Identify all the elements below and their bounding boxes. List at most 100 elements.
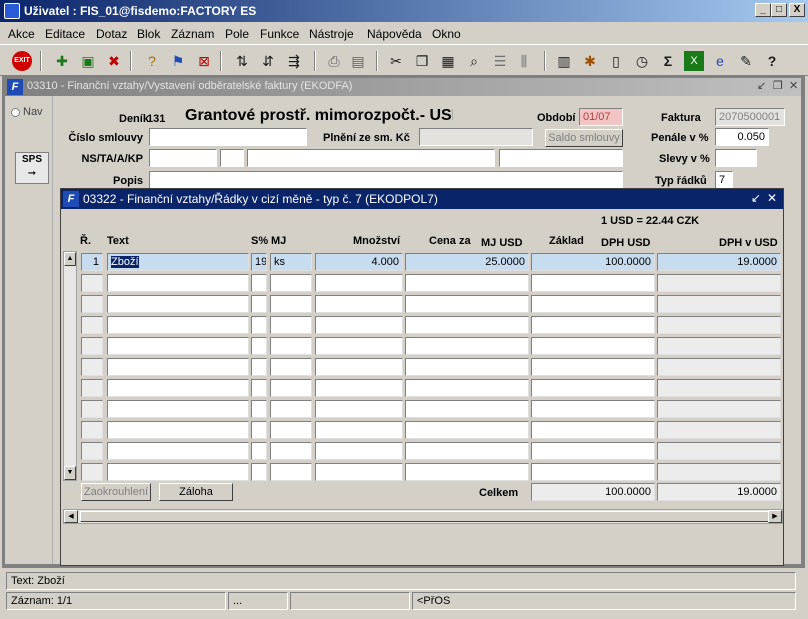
grid-horizontal-scrollbar[interactable]: ◀ ▶ bbox=[63, 509, 783, 524]
exit-icon[interactable]: EXIT bbox=[12, 51, 32, 71]
enter-query-icon[interactable]: ? bbox=[142, 51, 162, 71]
slevy-field[interactable] bbox=[715, 149, 757, 167]
vat-rate-cell[interactable] bbox=[251, 400, 267, 418]
base-cell[interactable] bbox=[531, 316, 655, 334]
restore-icon[interactable]: ↙ bbox=[751, 191, 761, 205]
unit-cell[interactable] bbox=[270, 400, 312, 418]
help-icon[interactable]: ? bbox=[762, 51, 782, 71]
menu-pole[interactable]: Pole bbox=[225, 27, 249, 41]
base-cell[interactable] bbox=[531, 337, 655, 355]
unit-price-cell[interactable] bbox=[405, 400, 529, 418]
unit-price-cell[interactable] bbox=[405, 295, 529, 313]
vat-rate-cell[interactable] bbox=[251, 274, 267, 292]
unit-cell[interactable] bbox=[270, 295, 312, 313]
zaloha-button[interactable]: Záloha bbox=[159, 483, 233, 501]
vat-cell[interactable] bbox=[657, 337, 781, 355]
row-number-cell[interactable] bbox=[81, 442, 103, 460]
obdobi-field[interactable]: 01/07 bbox=[579, 108, 623, 126]
nav-radio[interactable] bbox=[11, 108, 20, 117]
minimize-button[interactable]: _ bbox=[755, 3, 771, 17]
menu-editace[interactable]: Editace bbox=[45, 27, 85, 41]
multi-sort-icon[interactable]: ⇶ bbox=[284, 51, 304, 71]
unit-price-cell[interactable] bbox=[405, 337, 529, 355]
unit-price-cell[interactable] bbox=[405, 463, 529, 481]
close-form-icon[interactable]: ✕ bbox=[789, 79, 798, 92]
ta-field[interactable] bbox=[220, 149, 244, 167]
vat-rate-cell[interactable] bbox=[251, 442, 267, 460]
unit-cell[interactable] bbox=[270, 316, 312, 334]
menu-blok[interactable]: Blok bbox=[137, 27, 160, 41]
vat-cell[interactable] bbox=[657, 358, 781, 376]
menu-nastroje[interactable]: Nástroje bbox=[309, 27, 354, 41]
copy-icon[interactable]: ❐ bbox=[412, 51, 432, 71]
quantity-cell[interactable] bbox=[315, 295, 403, 313]
document-icon[interactable]: ▯ bbox=[606, 51, 626, 71]
row-number-cell[interactable]: 1 bbox=[81, 253, 103, 271]
unit-cell[interactable] bbox=[270, 421, 312, 439]
settings-icon[interactable]: ✱ bbox=[580, 51, 600, 71]
menu-zaznam[interactable]: Záznam bbox=[171, 27, 214, 41]
insert-record-icon[interactable]: ✚ bbox=[52, 51, 72, 71]
cislo-smlouvy-field[interactable] bbox=[149, 128, 307, 146]
unit-cell[interactable] bbox=[270, 358, 312, 376]
vat-rate-cell[interactable] bbox=[251, 316, 267, 334]
sum-icon[interactable]: Σ bbox=[658, 51, 678, 71]
unit-price-cell[interactable] bbox=[405, 316, 529, 334]
vat-cell[interactable] bbox=[657, 274, 781, 292]
faktura-field[interactable]: 2070500001 bbox=[715, 108, 785, 126]
quantity-cell[interactable] bbox=[315, 274, 403, 292]
vat-rate-cell[interactable] bbox=[251, 295, 267, 313]
cancel-query-icon[interactable]: ⊠ bbox=[194, 51, 214, 71]
row-number-cell[interactable] bbox=[81, 337, 103, 355]
row-number-cell[interactable] bbox=[81, 379, 103, 397]
vat-cell[interactable] bbox=[657, 316, 781, 334]
text-cell[interactable] bbox=[107, 274, 249, 292]
vat-rate-cell[interactable] bbox=[251, 463, 267, 481]
sort-ascending-icon[interactable]: ⇅ bbox=[232, 51, 252, 71]
vat-rate-cell[interactable] bbox=[251, 379, 267, 397]
base-cell[interactable] bbox=[531, 274, 655, 292]
unit-cell[interactable]: ks bbox=[270, 253, 312, 271]
vat-cell[interactable] bbox=[657, 463, 781, 481]
find-icon[interactable]: ⌕ bbox=[464, 51, 484, 71]
excel-icon[interactable]: X bbox=[684, 51, 704, 71]
vat-cell[interactable] bbox=[657, 379, 781, 397]
calculator-icon[interactable]: ▥ bbox=[554, 51, 574, 71]
text-cell[interactable] bbox=[107, 400, 249, 418]
row-number-cell[interactable] bbox=[81, 274, 103, 292]
base-cell[interactable] bbox=[531, 442, 655, 460]
ns-field[interactable] bbox=[149, 149, 217, 167]
base-cell[interactable]: 100.0000 bbox=[531, 253, 655, 271]
close-button[interactable]: X bbox=[789, 3, 805, 17]
base-cell[interactable] bbox=[531, 463, 655, 481]
kp-field[interactable] bbox=[499, 149, 623, 167]
quantity-cell[interactable] bbox=[315, 379, 403, 397]
text-cell[interactable] bbox=[107, 316, 249, 334]
vat-rate-cell[interactable]: 19 bbox=[251, 253, 267, 271]
maximize-button[interactable]: □ bbox=[771, 3, 787, 17]
columns-icon[interactable]: ⫼ bbox=[514, 51, 534, 71]
cut-icon[interactable]: ✂ bbox=[386, 51, 406, 71]
vat-rate-cell[interactable] bbox=[251, 421, 267, 439]
celkem-dph-field[interactable]: 19.0000 bbox=[657, 483, 781, 501]
quantity-cell[interactable] bbox=[315, 337, 403, 355]
menu-dotaz[interactable]: Dotaz bbox=[96, 27, 127, 41]
quantity-cell[interactable]: 4.000 bbox=[315, 253, 403, 271]
delete-record-icon[interactable]: ✖ bbox=[104, 51, 124, 71]
unit-price-cell[interactable] bbox=[405, 421, 529, 439]
sort-descending-icon[interactable]: ⇵ bbox=[258, 51, 278, 71]
text-cell[interactable] bbox=[107, 421, 249, 439]
row-number-cell[interactable] bbox=[81, 358, 103, 376]
quantity-cell[interactable] bbox=[315, 358, 403, 376]
popis-field[interactable] bbox=[149, 171, 623, 189]
unit-cell[interactable] bbox=[270, 463, 312, 481]
quantity-cell[interactable] bbox=[315, 442, 403, 460]
plneni-field[interactable] bbox=[419, 128, 533, 146]
row-number-cell[interactable] bbox=[81, 463, 103, 481]
vat-cell[interactable]: 19.0000 bbox=[657, 253, 781, 271]
unit-price-cell[interactable] bbox=[405, 358, 529, 376]
row-number-cell[interactable] bbox=[81, 295, 103, 313]
unit-cell[interactable] bbox=[270, 442, 312, 460]
scroll-thumb[interactable] bbox=[80, 511, 770, 522]
scroll-right-icon[interactable]: ▶ bbox=[768, 510, 782, 523]
